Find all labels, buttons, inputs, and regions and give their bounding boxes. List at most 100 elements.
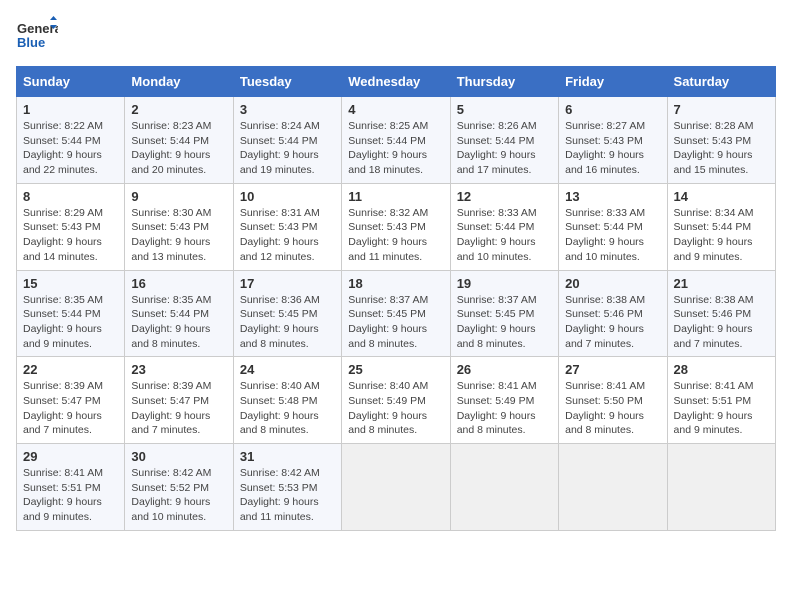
day-info: Sunrise: 8:27 AMSunset: 5:43 PMDaylight:… [565, 119, 660, 178]
day-info: Sunrise: 8:41 AMSunset: 5:50 PMDaylight:… [565, 379, 660, 438]
day-info: Sunrise: 8:41 AMSunset: 5:49 PMDaylight:… [457, 379, 552, 438]
calendar-table: SundayMondayTuesdayWednesdayThursdayFrid… [16, 66, 776, 531]
calendar-cell: 17 Sunrise: 8:36 AMSunset: 5:45 PMDayligh… [233, 270, 341, 357]
day-number: 6 [565, 102, 660, 117]
day-number: 11 [348, 189, 443, 204]
calendar-cell: 18 Sunrise: 8:37 AMSunset: 5:45 PMDayligh… [342, 270, 450, 357]
day-number: 7 [674, 102, 769, 117]
day-number: 4 [348, 102, 443, 117]
header-sunday: Sunday [17, 67, 125, 97]
calendar-cell: 3 Sunrise: 8:24 AMSunset: 5:44 PMDaylight… [233, 97, 341, 184]
page-header: General Blue [16, 16, 776, 58]
day-number: 9 [131, 189, 226, 204]
calendar-cell: 20 Sunrise: 8:38 AMSunset: 5:46 PMDayligh… [559, 270, 667, 357]
calendar-cell [450, 444, 558, 531]
calendar-week-1: 1Sunrise: 8:22 AMSunset: 5:44 PMDaylight… [17, 97, 776, 184]
day-number: 22 [23, 362, 118, 377]
calendar-week-2: 8 Sunrise: 8:29 AMSunset: 5:43 PMDaylight… [17, 183, 776, 270]
header-tuesday: Tuesday [233, 67, 341, 97]
day-info: Sunrise: 8:35 AMSunset: 5:44 PMDaylight:… [131, 293, 226, 352]
header-monday: Monday [125, 67, 233, 97]
svg-text:General: General [17, 21, 58, 36]
calendar-cell [667, 444, 775, 531]
header-saturday: Saturday [667, 67, 775, 97]
day-info: Sunrise: 8:37 AMSunset: 5:45 PMDaylight:… [348, 293, 443, 352]
calendar-cell: 31Sunrise: 8:42 AMSunset: 5:53 PMDayligh… [233, 444, 341, 531]
header-wednesday: Wednesday [342, 67, 450, 97]
header-row: SundayMondayTuesdayWednesdayThursdayFrid… [17, 67, 776, 97]
calendar-cell: 22 Sunrise: 8:39 AMSunset: 5:47 PMDayligh… [17, 357, 125, 444]
calendar-week-3: 15 Sunrise: 8:35 AMSunset: 5:44 PMDayligh… [17, 270, 776, 357]
day-number: 30 [131, 449, 226, 464]
day-info: Sunrise: 8:30 AMSunset: 5:43 PMDaylight:… [131, 206, 226, 265]
day-number: 26 [457, 362, 552, 377]
day-number: 5 [457, 102, 552, 117]
day-number: 24 [240, 362, 335, 377]
svg-text:Blue: Blue [17, 35, 45, 50]
calendar-cell: 29 Sunrise: 8:41 AMSunset: 5:51 PMDayligh… [17, 444, 125, 531]
day-number: 16 [131, 276, 226, 291]
day-info: Sunrise: 8:24 AMSunset: 5:44 PMDaylight:… [240, 119, 335, 178]
day-number: 8 [23, 189, 118, 204]
day-number: 27 [565, 362, 660, 377]
day-number: 18 [348, 276, 443, 291]
day-info: Sunrise: 8:29 AMSunset: 5:43 PMDaylight:… [23, 206, 118, 265]
calendar-cell: 15 Sunrise: 8:35 AMSunset: 5:44 PMDayligh… [17, 270, 125, 357]
day-info: Sunrise: 8:41 AMSunset: 5:51 PMDaylight:… [674, 379, 769, 438]
day-info: Sunrise: 8:37 AMSunset: 5:45 PMDaylight:… [457, 293, 552, 352]
day-number: 19 [457, 276, 552, 291]
calendar-cell: 9 Sunrise: 8:30 AMSunset: 5:43 PMDaylight… [125, 183, 233, 270]
day-info: Sunrise: 8:42 AMSunset: 5:52 PMDaylight:… [131, 466, 226, 525]
day-info: Sunrise: 8:33 AMSunset: 5:44 PMDaylight:… [457, 206, 552, 265]
day-info: Sunrise: 8:38 AMSunset: 5:46 PMDaylight:… [565, 293, 660, 352]
calendar-cell: 28Sunrise: 8:41 AMSunset: 5:51 PMDayligh… [667, 357, 775, 444]
calendar-cell: 4 Sunrise: 8:25 AMSunset: 5:44 PMDaylight… [342, 97, 450, 184]
calendar-cell: 27 Sunrise: 8:41 AMSunset: 5:50 PMDayligh… [559, 357, 667, 444]
calendar-cell: 24 Sunrise: 8:40 AMSunset: 5:48 PMDayligh… [233, 357, 341, 444]
day-info: Sunrise: 8:35 AMSunset: 5:44 PMDaylight:… [23, 293, 118, 352]
day-info: Sunrise: 8:41 AMSunset: 5:51 PMDaylight:… [23, 466, 118, 525]
header-thursday: Thursday [450, 67, 558, 97]
day-info: Sunrise: 8:28 AMSunset: 5:43 PMDaylight:… [674, 119, 769, 178]
calendar-cell: 8 Sunrise: 8:29 AMSunset: 5:43 PMDaylight… [17, 183, 125, 270]
calendar-cell: 21 Sunrise: 8:38 AMSunset: 5:46 PMDayligh… [667, 270, 775, 357]
day-info: Sunrise: 8:36 AMSunset: 5:45 PMDaylight:… [240, 293, 335, 352]
day-number: 10 [240, 189, 335, 204]
day-info: Sunrise: 8:22 AMSunset: 5:44 PMDaylight:… [23, 119, 118, 178]
calendar-cell [559, 444, 667, 531]
logo-icon: General Blue [16, 16, 58, 58]
calendar-cell: 1Sunrise: 8:22 AMSunset: 5:44 PMDaylight… [17, 97, 125, 184]
day-info: Sunrise: 8:40 AMSunset: 5:49 PMDaylight:… [348, 379, 443, 438]
calendar-cell: 11Sunrise: 8:32 AMSunset: 5:43 PMDayligh… [342, 183, 450, 270]
day-number: 29 [23, 449, 118, 464]
day-number: 3 [240, 102, 335, 117]
day-info: Sunrise: 8:38 AMSunset: 5:46 PMDaylight:… [674, 293, 769, 352]
day-info: Sunrise: 8:31 AMSunset: 5:43 PMDaylight:… [240, 206, 335, 265]
day-number: 25 [348, 362, 443, 377]
day-info: Sunrise: 8:40 AMSunset: 5:48 PMDaylight:… [240, 379, 335, 438]
day-number: 31 [240, 449, 335, 464]
calendar-cell: 23 Sunrise: 8:39 AMSunset: 5:47 PMDayligh… [125, 357, 233, 444]
day-number: 15 [23, 276, 118, 291]
calendar-cell: 10 Sunrise: 8:31 AMSunset: 5:43 PMDayligh… [233, 183, 341, 270]
calendar-cell [342, 444, 450, 531]
day-info: Sunrise: 8:33 AMSunset: 5:44 PMDaylight:… [565, 206, 660, 265]
day-number: 14 [674, 189, 769, 204]
day-number: 20 [565, 276, 660, 291]
day-number: 2 [131, 102, 226, 117]
day-info: Sunrise: 8:39 AMSunset: 5:47 PMDaylight:… [131, 379, 226, 438]
day-number: 23 [131, 362, 226, 377]
day-info: Sunrise: 8:34 AMSunset: 5:44 PMDaylight:… [674, 206, 769, 265]
calendar-cell: 13Sunrise: 8:33 AMSunset: 5:44 PMDayligh… [559, 183, 667, 270]
calendar-cell: 30 Sunrise: 8:42 AMSunset: 5:52 PMDayligh… [125, 444, 233, 531]
day-info: Sunrise: 8:25 AMSunset: 5:44 PMDaylight:… [348, 119, 443, 178]
calendar-cell: 14 Sunrise: 8:34 AMSunset: 5:44 PMDayligh… [667, 183, 775, 270]
calendar-cell: 12Sunrise: 8:33 AMSunset: 5:44 PMDayligh… [450, 183, 558, 270]
calendar-cell: 26 Sunrise: 8:41 AMSunset: 5:49 PMDayligh… [450, 357, 558, 444]
day-info: Sunrise: 8:26 AMSunset: 5:44 PMDaylight:… [457, 119, 552, 178]
day-number: 17 [240, 276, 335, 291]
calendar-cell: 16 Sunrise: 8:35 AMSunset: 5:44 PMDayligh… [125, 270, 233, 357]
header-friday: Friday [559, 67, 667, 97]
day-info: Sunrise: 8:39 AMSunset: 5:47 PMDaylight:… [23, 379, 118, 438]
day-number: 21 [674, 276, 769, 291]
